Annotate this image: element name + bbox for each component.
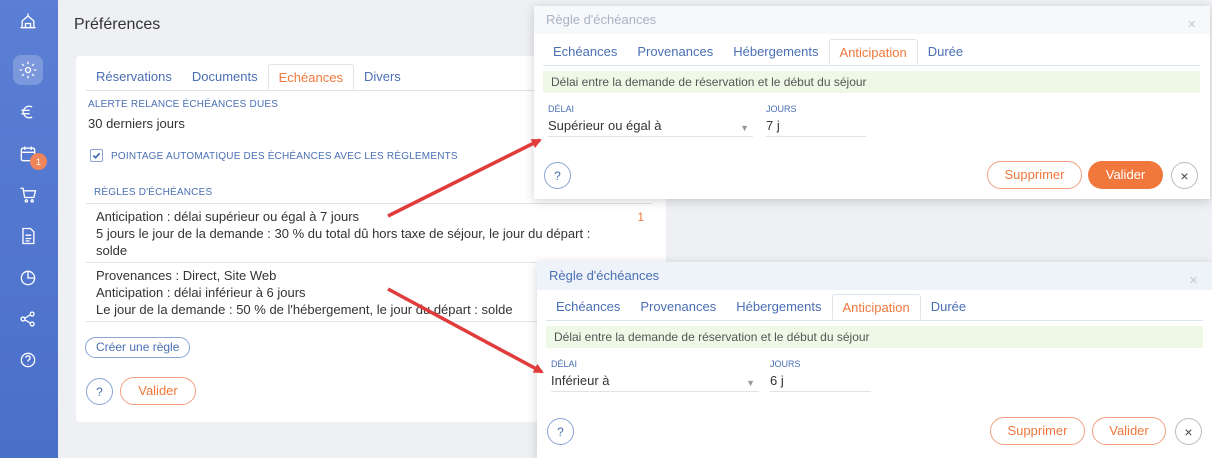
tab-anticipation[interactable]: Anticipation: [831, 294, 921, 320]
help-button[interactable]: ?: [86, 378, 113, 405]
gear-icon[interactable]: [13, 55, 43, 85]
delay-select[interactable]: Inférieur à ▼: [551, 372, 759, 392]
validate-button[interactable]: Valider: [1092, 417, 1166, 445]
sidebar: 1: [0, 0, 58, 458]
modal-tabs: Echéances Provenances Hébergements Antic…: [546, 294, 1203, 321]
tab-divers[interactable]: Divers: [354, 64, 411, 90]
days-label: Jours: [766, 104, 797, 114]
info-note: Délai entre la demande de réservation et…: [543, 71, 1200, 93]
tab-provenances[interactable]: Provenances: [627, 39, 723, 65]
help-icon[interactable]: [13, 345, 43, 375]
rule-modal-lower: Règle d'échéances × Echéances Provenance…: [537, 262, 1212, 458]
delay-select[interactable]: Supérieur ou égal à ▼: [548, 117, 753, 137]
share-icon[interactable]: [13, 304, 43, 334]
tab-echeances[interactable]: Echéances: [543, 39, 627, 65]
days-input[interactable]: 7 j: [766, 117, 866, 137]
rule-item[interactable]: Anticipation : délai supérieur ou égal à…: [86, 203, 652, 262]
delete-button[interactable]: Supprimer: [987, 161, 1082, 189]
tab-reservations[interactable]: Réservations: [86, 64, 182, 90]
tab-duree[interactable]: Durée: [918, 39, 973, 65]
calendar-badge: 1: [30, 153, 47, 170]
create-rule-button[interactable]: Créer une règle: [85, 337, 191, 358]
cancel-icon[interactable]: ×: [1175, 418, 1202, 445]
days-label: Jours: [770, 359, 801, 369]
tab-duree[interactable]: Durée: [921, 294, 976, 320]
tab-echeances[interactable]: Echéances: [546, 294, 630, 320]
pie-chart-icon[interactable]: [13, 263, 43, 293]
rule-count: 1: [637, 210, 644, 224]
alert-value[interactable]: 30 derniers jours: [88, 116, 185, 131]
cart-icon[interactable]: [13, 180, 43, 210]
delete-button[interactable]: Supprimer: [990, 417, 1085, 445]
euro-icon[interactable]: [13, 97, 43, 127]
delay-value: Inférieur à: [551, 373, 610, 388]
check-icon: [92, 152, 101, 160]
tab-hebergements[interactable]: Hébergements: [723, 39, 828, 65]
validate-button[interactable]: Valider: [1088, 161, 1163, 189]
auto-pointage-label: Pointage automatique des échéances avec …: [111, 151, 458, 162]
cancel-icon[interactable]: ×: [1171, 162, 1198, 189]
tab-documents[interactable]: Documents: [182, 64, 268, 90]
chevron-down-icon: ▼: [746, 378, 755, 388]
tab-hebergements[interactable]: Hébergements: [726, 294, 831, 320]
home-icon[interactable]: [13, 6, 43, 36]
rule-line: Anticipation : délai supérieur ou égal à…: [96, 209, 360, 224]
modal-title: Règle d'échéances: [546, 12, 657, 27]
tab-provenances[interactable]: Provenances: [630, 294, 726, 320]
delay-label: Délai: [551, 359, 578, 369]
info-note: Délai entre la demande de réservation et…: [546, 326, 1203, 348]
close-icon[interactable]: ×: [1189, 267, 1198, 295]
delay-label: Délai: [548, 104, 575, 114]
chevron-down-icon: ▼: [740, 123, 749, 133]
alert-label: Alerte relance échéances dues: [88, 99, 279, 110]
tab-echeances[interactable]: Echéances: [267, 64, 354, 90]
help-button[interactable]: ?: [547, 418, 574, 445]
modal-tabs: Echéances Provenances Hébergements Antic…: [543, 39, 1200, 66]
validate-button[interactable]: Valider: [120, 377, 196, 405]
delay-value: Supérieur ou égal à: [548, 118, 662, 133]
modal-header: Règle d'échéances ×: [537, 262, 1212, 290]
help-button[interactable]: ?: [544, 162, 571, 189]
document-icon[interactable]: [13, 221, 43, 251]
rule-modal-upper: Règle d'échéances × Echéances Provenance…: [534, 6, 1210, 199]
modal-header: Règle d'échéances ×: [534, 6, 1210, 34]
rule-line: 5 jours le jour de la demande : 30 % du …: [96, 226, 591, 241]
page-title: Préférences: [74, 16, 161, 33]
rule-line: solde: [96, 243, 128, 258]
days-input[interactable]: 6 j: [770, 372, 871, 392]
rules-label: Règles d'échéances: [94, 187, 213, 198]
auto-pointage-checkbox[interactable]: [90, 149, 103, 162]
tab-anticipation[interactable]: Anticipation: [828, 39, 918, 65]
close-icon[interactable]: ×: [1187, 11, 1196, 39]
modal-title: Règle d'échéances: [549, 268, 660, 283]
